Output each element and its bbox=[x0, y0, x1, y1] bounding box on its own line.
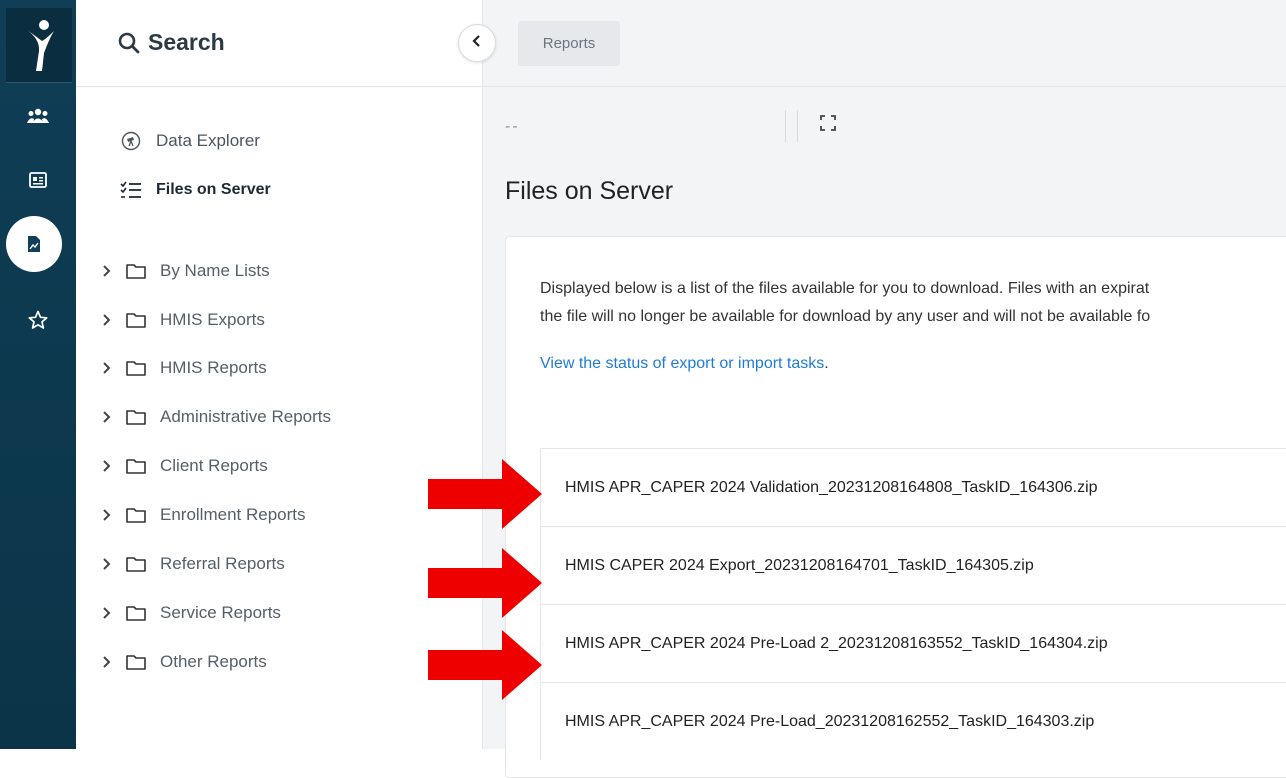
view-status-link[interactable]: View the status of export or import task… bbox=[540, 355, 824, 372]
file-list: HMIS APR_CAPER 2024 Validation_202312081… bbox=[540, 448, 1286, 760]
file-name[interactable]: HMIS APR_CAPER 2024 Pre-Load_20231208162… bbox=[565, 713, 1094, 731]
app-logo[interactable] bbox=[6, 8, 72, 83]
folder-icon bbox=[126, 556, 148, 572]
folder-hmis-reports[interactable]: HMIS Reports bbox=[102, 355, 267, 381]
nav-label: Data Explorer bbox=[156, 131, 260, 150]
divider bbox=[483, 86, 1286, 87]
folder-label: HMIS Reports bbox=[160, 358, 267, 377]
chevron-right-icon bbox=[102, 411, 116, 423]
telescope-icon bbox=[120, 130, 142, 152]
folder-administrative-reports[interactable]: Administrative Reports bbox=[102, 404, 331, 430]
folder-label: HMIS Exports bbox=[160, 310, 265, 329]
files-card: Displayed below is a list of the files a… bbox=[505, 236, 1286, 778]
app-rail bbox=[0, 0, 76, 749]
divider bbox=[797, 110, 798, 142]
annotation-arrow-icon bbox=[428, 630, 542, 700]
file-name[interactable]: HMIS APR_CAPER 2024 Pre-Load 2_202312081… bbox=[565, 635, 1108, 653]
file-row[interactable]: HMIS CAPER 2024 Export_20231208164701_Ta… bbox=[540, 526, 1286, 604]
file-row[interactable]: HMIS APR_CAPER 2024 Pre-Load 2_202312081… bbox=[540, 604, 1286, 682]
search-bar[interactable]: Search bbox=[76, 0, 482, 87]
folder-other-reports[interactable]: Other Reports bbox=[102, 649, 267, 675]
file-name[interactable]: HMIS CAPER 2024 Export_20231208164701_Ta… bbox=[565, 557, 1034, 575]
description-line: the file will no longer be available for… bbox=[540, 308, 1151, 325]
page-title: Files on Server bbox=[505, 177, 674, 205]
nav-files-on-server[interactable]: Files on Server bbox=[120, 179, 271, 201]
chevron-right-icon bbox=[102, 509, 116, 521]
star-icon[interactable] bbox=[16, 300, 60, 340]
nav-data-explorer[interactable]: Data Explorer bbox=[120, 130, 260, 152]
description: Displayed below is a list of the files a… bbox=[540, 275, 1286, 331]
chevron-right-icon bbox=[102, 362, 116, 374]
folder-by-name-lists[interactable]: By Name Lists bbox=[102, 258, 270, 284]
logo-icon bbox=[26, 20, 54, 71]
folder-label: By Name Lists bbox=[160, 261, 270, 280]
folder-hmis-exports[interactable]: HMIS Exports bbox=[102, 307, 265, 333]
folder-icon bbox=[126, 409, 148, 425]
folder-enrollment-reports[interactable]: Enrollment Reports bbox=[102, 502, 306, 528]
collapse-sidebar-button[interactable] bbox=[458, 24, 496, 62]
folder-label: Referral Reports bbox=[160, 554, 285, 573]
sidebar: Search Data Explorer Files on Server By … bbox=[76, 0, 483, 749]
divider bbox=[785, 110, 786, 142]
annotation-arrow-icon bbox=[428, 548, 542, 618]
chevron-right-icon bbox=[102, 265, 116, 277]
file-row[interactable]: HMIS APR_CAPER 2024 Pre-Load_20231208162… bbox=[540, 682, 1286, 760]
folder-label: Client Reports bbox=[160, 456, 268, 475]
file-row[interactable]: HMIS APR_CAPER 2024 Validation_202312081… bbox=[540, 448, 1286, 526]
folder-icon bbox=[126, 263, 148, 279]
folder-icon bbox=[126, 654, 148, 670]
folder-icon bbox=[126, 605, 148, 621]
folder-client-reports[interactable]: Client Reports bbox=[102, 453, 268, 479]
folder-label: Service Reports bbox=[160, 603, 281, 622]
id-card-icon[interactable] bbox=[16, 160, 60, 200]
search-icon bbox=[118, 32, 140, 59]
chevron-right-icon bbox=[102, 656, 116, 668]
folder-label: Administrative Reports bbox=[160, 407, 332, 426]
nav-label: Files on Server bbox=[156, 181, 271, 198]
folder-service-reports[interactable]: Service Reports bbox=[102, 600, 281, 626]
folder-label: Enrollment Reports bbox=[160, 505, 306, 524]
description-line: Displayed below is a list of the files a… bbox=[540, 280, 1150, 297]
chevron-right-icon bbox=[102, 607, 116, 619]
annotation-arrow-icon bbox=[428, 459, 542, 529]
chevron-right-icon bbox=[102, 314, 116, 326]
main-content: Reports -- Files on Server Displayed bel… bbox=[483, 0, 1286, 778]
checklist-icon bbox=[120, 179, 142, 201]
chevron-left-icon bbox=[472, 34, 482, 53]
folder-label: Other Reports bbox=[160, 652, 267, 671]
search-label: Search bbox=[148, 29, 225, 55]
file-name[interactable]: HMIS APR_CAPER 2024 Validation_202312081… bbox=[565, 479, 1098, 497]
status-link-suffix: . bbox=[824, 355, 829, 372]
folder-icon bbox=[126, 312, 148, 328]
chevron-right-icon bbox=[102, 558, 116, 570]
chevron-right-icon bbox=[102, 460, 116, 472]
folder-icon bbox=[126, 458, 148, 474]
folder-referral-reports[interactable]: Referral Reports bbox=[102, 551, 285, 577]
tab-reports[interactable]: Reports bbox=[518, 21, 620, 66]
folder-icon bbox=[126, 507, 148, 523]
folder-icon bbox=[126, 360, 148, 376]
clients-icon[interactable] bbox=[16, 96, 60, 136]
fullscreen-icon[interactable] bbox=[820, 115, 836, 136]
reports-icon[interactable] bbox=[6, 216, 62, 272]
filter-value[interactable]: -- bbox=[505, 118, 520, 136]
status-link-wrapper: View the status of export or import task… bbox=[540, 355, 829, 373]
